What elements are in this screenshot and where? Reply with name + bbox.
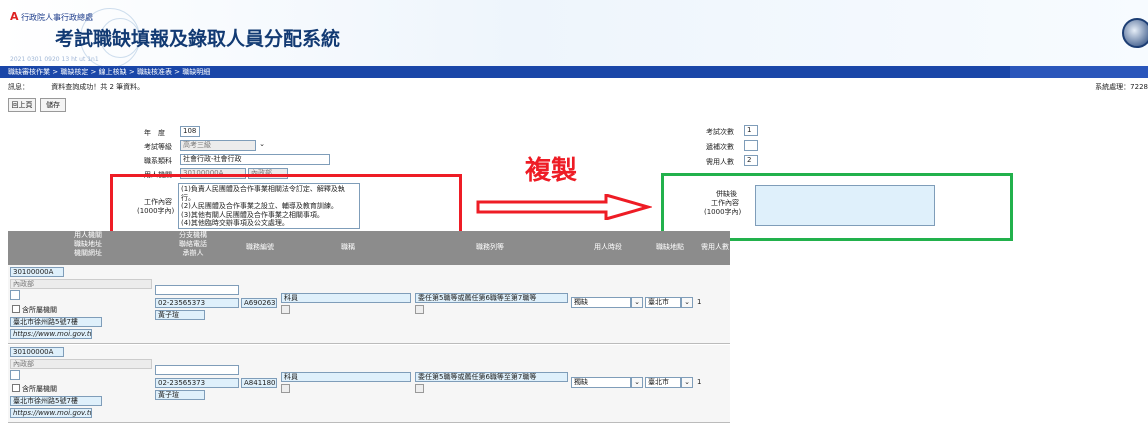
arrow-right-icon	[476, 194, 652, 220]
org-logo-icon: A	[10, 10, 19, 23]
agency-extra-field[interactable]	[10, 290, 20, 300]
include-subordinate-checkbox[interactable]	[12, 384, 20, 392]
period-select[interactable]: 獨缺	[571, 377, 631, 388]
org-label: 行政院人事行政總處	[21, 13, 94, 22]
user-avatar-icon[interactable]	[1122, 18, 1148, 48]
breadcrumb: 職缺審核作業 > 職缺核定 > 線上核缺 > 職缺核准表 > 職缺明細	[0, 66, 1148, 78]
need-label: 需用人數	[706, 158, 734, 166]
year-label: 年 度	[144, 129, 165, 137]
chevron-down-icon[interactable]: ⌄	[681, 297, 693, 308]
agency-code-field[interactable]: 30100000A	[10, 347, 64, 357]
agency-name-field[interactable]: 內政部	[10, 279, 152, 289]
source-highlight-box	[110, 174, 462, 239]
rank-picker-button[interactable]	[415, 384, 424, 393]
nav-bar-right	[1010, 66, 1148, 78]
title-picker-button[interactable]	[281, 305, 290, 314]
year-field[interactable]: 108	[180, 126, 200, 137]
banner-subline: 2021 0301 0920 13 ht ut 1n1	[10, 56, 99, 63]
period-select[interactable]: 獨缺	[571, 297, 631, 308]
contact-field[interactable]: 黃子瑄	[155, 310, 205, 320]
phone-field[interactable]: 02-23565373	[155, 378, 239, 388]
transfer-label: 遞補次數	[706, 143, 734, 151]
address-field[interactable]: 臺北市徐州路5號7樓	[10, 396, 102, 406]
org-name: A 行政院人事行政總處	[10, 10, 93, 23]
agency-name-field[interactable]: 內政部	[10, 359, 152, 369]
exam-times-label: 考試次數	[706, 128, 734, 136]
th-location: 職缺地點	[656, 243, 684, 251]
message-label: 訊息：	[8, 83, 29, 91]
transfer-field[interactable]	[744, 140, 758, 151]
post-no-field[interactable]: A841180	[241, 378, 277, 388]
page-title: 考試職缺填報及錄取人員分配系統	[55, 28, 341, 50]
contact-field[interactable]: 黃子瑄	[155, 390, 205, 400]
merged-work-content-textarea[interactable]	[755, 185, 935, 226]
processing-info: 系統處理：7228	[1095, 83, 1148, 91]
save-button[interactable]: 儲存	[40, 98, 66, 112]
th-count: 需用人數	[701, 243, 729, 251]
branch-field[interactable]	[155, 285, 239, 295]
target-label-3: (1000字內)	[704, 208, 742, 216]
rank-field[interactable]: 委任第5職等或薦任第6職等至第7職等	[415, 293, 568, 303]
th-rank: 職務列等	[476, 243, 504, 251]
chevron-down-icon[interactable]: ⌄	[631, 297, 643, 308]
chevron-down-icon[interactable]: ⌄	[631, 377, 643, 388]
exam-times-field[interactable]: 1	[744, 125, 758, 136]
table-header: 用人機關 職缺地址 機關網址 分支機構 聯絡電話 承辦人 職務編號 職稱 職務列…	[8, 231, 730, 265]
title-field[interactable]: 科員	[281, 372, 411, 382]
chevron-down-icon[interactable]: ⌄	[256, 140, 268, 151]
agency-code-field[interactable]: 30100000A	[10, 267, 64, 277]
branch-field[interactable]	[155, 365, 239, 375]
post-no-field[interactable]: A690263	[241, 298, 277, 308]
rank-picker-button[interactable]	[415, 305, 424, 314]
url-field[interactable]: https://www.moi.gov.tw/	[10, 408, 92, 418]
category-label: 職系類科	[144, 157, 172, 165]
title-picker-button[interactable]	[281, 384, 290, 393]
rank-field[interactable]: 委任第5職等或薦任第6職等至第7職等	[415, 372, 568, 382]
level-label: 考試等級	[144, 143, 172, 151]
message-line: 訊息： 資料查詢成功！共 2 筆資料。	[8, 82, 144, 92]
back-button[interactable]: 回上頁	[8, 98, 36, 112]
title-field[interactable]: 科員	[281, 293, 411, 303]
phone-field[interactable]: 02-23565373	[155, 298, 239, 308]
th-title: 職稱	[341, 243, 355, 251]
include-subordinate-checkbox[interactable]	[12, 305, 20, 313]
agency-extra-field[interactable]	[10, 370, 20, 380]
count-value: 1	[697, 298, 702, 306]
th-agency: 用人機關 職缺地址 機關網址	[74, 231, 102, 257]
include-subordinate-label: 含所屬機關	[22, 385, 57, 393]
message-text: 資料查詢成功！共 2 筆資料。	[51, 83, 145, 91]
th-branch: 分支機構 聯絡電話 承辦人	[179, 231, 207, 257]
count-value: 1	[697, 378, 702, 386]
location-select[interactable]: 臺北市	[645, 377, 681, 388]
location-select[interactable]: 臺北市	[645, 297, 681, 308]
chevron-down-icon[interactable]: ⌄	[681, 377, 693, 388]
th-period: 用人時段	[594, 243, 622, 251]
address-field[interactable]: 臺北市徐州路5號7樓	[10, 317, 102, 327]
category-field[interactable]: 社會行政-社會行政	[180, 154, 330, 165]
url-field[interactable]: https://www.moi.gov.tw/	[10, 329, 92, 339]
need-field[interactable]: 2	[744, 155, 758, 166]
th-post-no: 職務編號	[246, 243, 274, 251]
level-select[interactable]: 高考三級	[180, 140, 256, 151]
copy-annotation: 複製	[525, 156, 578, 186]
include-subordinate-label: 含所屬機關	[22, 306, 57, 314]
